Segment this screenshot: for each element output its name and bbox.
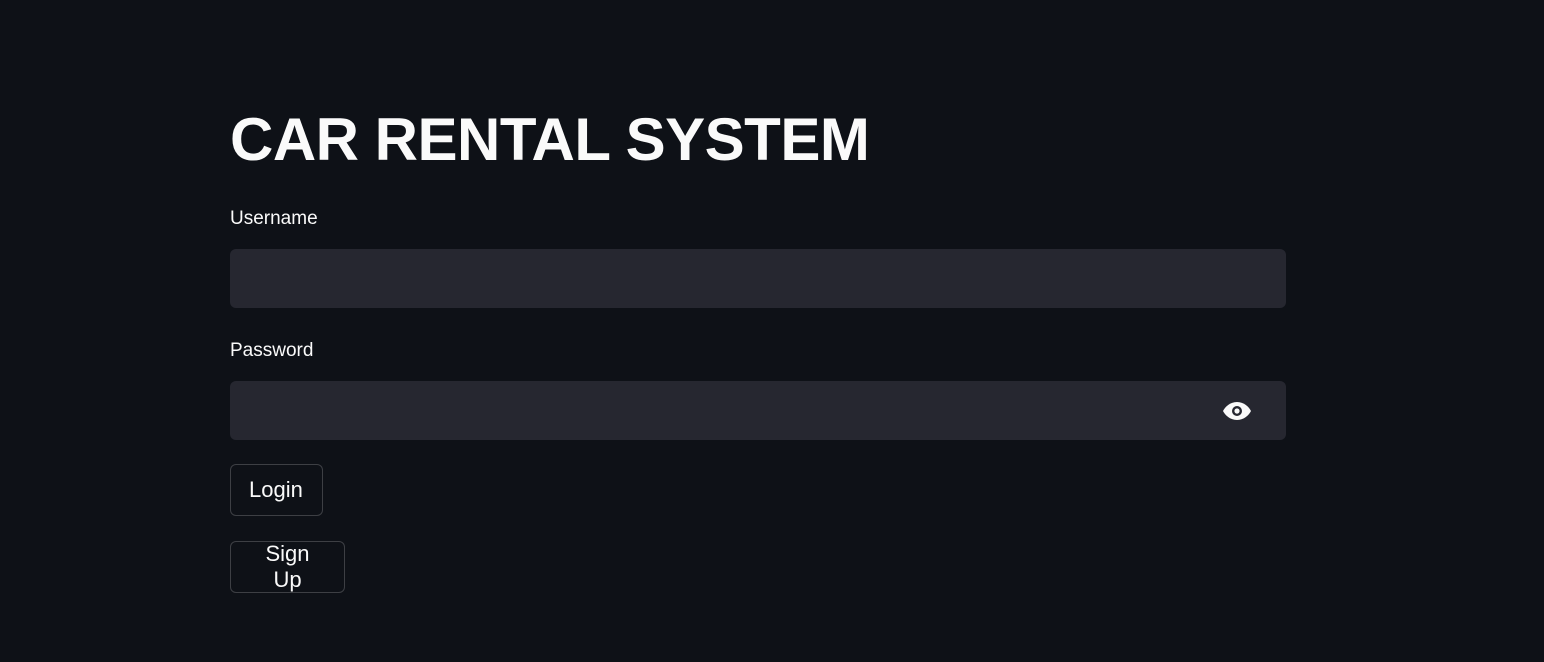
app-root: CAR RENTAL SYSTEM Username Password Logi… xyxy=(0,0,1544,662)
username-field-container xyxy=(230,249,1286,308)
username-label: Username xyxy=(230,208,318,229)
username-input[interactable] xyxy=(230,249,1286,308)
login-button[interactable]: Login xyxy=(230,464,323,516)
page-title: CAR RENTAL SYSTEM xyxy=(230,106,870,173)
sign-up-button[interactable]: Sign Up xyxy=(230,541,345,593)
eye-icon xyxy=(1223,401,1251,420)
password-field-container xyxy=(230,381,1286,440)
password-label: Password xyxy=(230,340,314,361)
show-password-button[interactable] xyxy=(1217,391,1257,431)
password-input[interactable] xyxy=(230,381,1217,440)
